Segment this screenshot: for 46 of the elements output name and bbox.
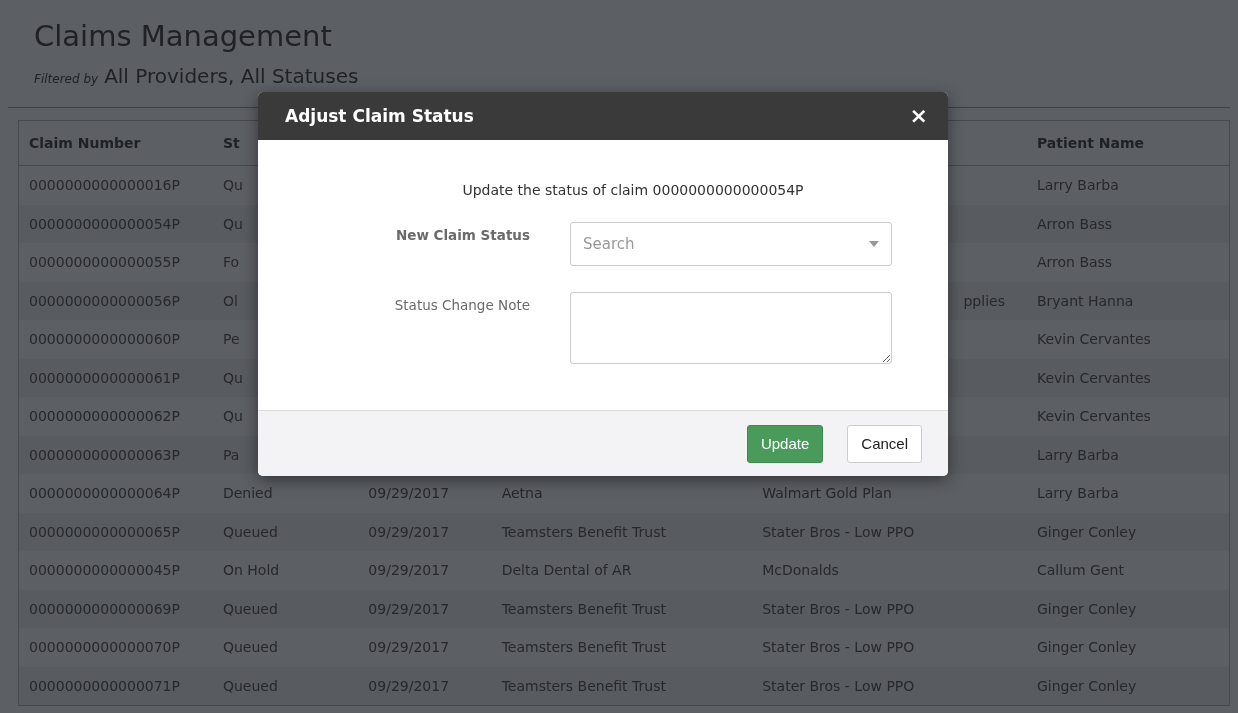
table-cell: Callum Gent bbox=[1036, 562, 1124, 579]
status-select[interactable]: Search bbox=[570, 222, 892, 266]
page-title: Claims Management bbox=[34, 18, 332, 54]
field-label: New Claim Status bbox=[395, 227, 530, 243]
table-cell: Queued bbox=[222, 639, 278, 656]
table-cell: Aetna bbox=[501, 485, 543, 502]
table-cell: 0000000000000016P bbox=[29, 177, 180, 194]
table-cell: Kevin Cervantes bbox=[1036, 408, 1151, 425]
caret-icon bbox=[869, 241, 879, 247]
table-cell: 0000000000000055P bbox=[29, 254, 180, 271]
table-cell: Arron Bass bbox=[1036, 254, 1113, 271]
table-cell: 0000000000000064P bbox=[29, 485, 180, 502]
column-header[interactable]: Claim Number bbox=[29, 135, 141, 151]
table-cell: Stater Bros - Low PPO bbox=[762, 639, 915, 656]
table-cell: 0000000000000045P bbox=[29, 562, 180, 579]
note-field[interactable] bbox=[570, 292, 892, 364]
table-cell: Larry Barba bbox=[1036, 485, 1119, 502]
column-header[interactable]: Patient Name bbox=[1036, 135, 1145, 151]
table-cell: 09/29/2017 bbox=[368, 562, 450, 579]
table-cell: Kevin Cervantes bbox=[1036, 331, 1151, 348]
table-cell: Ginger Conley bbox=[1036, 639, 1137, 656]
table-cell: 09/29/2017 bbox=[368, 485, 450, 502]
table-cell: Delta Dental of AR bbox=[501, 562, 632, 579]
dialog-title: Adjust Claim Status bbox=[285, 106, 474, 126]
filter-label: Filtered by bbox=[34, 72, 99, 86]
cancel-button[interactable]: Cancel bbox=[847, 424, 922, 463]
field-label: Status Change Note bbox=[394, 297, 530, 313]
table-cell: Qu bbox=[222, 177, 243, 194]
table-cell: 0000000000000062P bbox=[29, 408, 180, 425]
column-header[interactable]: St bbox=[222, 135, 240, 151]
table-cell: Fo bbox=[222, 254, 240, 271]
filter-value: All Providers, All Statuses bbox=[104, 64, 359, 88]
close-button[interactable]: × bbox=[905, 105, 932, 127]
table-cell: Pe bbox=[222, 331, 240, 348]
update-button[interactable]: Update bbox=[746, 424, 824, 463]
table-cell: 0000000000000060P bbox=[29, 331, 180, 348]
table-cell: Teamsters Benefit Trust bbox=[501, 639, 666, 656]
table-cell: Qu bbox=[222, 408, 243, 425]
table-cell: Denied bbox=[222, 485, 273, 502]
table-cell: 0000000000000070P bbox=[29, 639, 180, 656]
dialog-message: Update the status of claim 0000000000000054P bbox=[461, 182, 805, 198]
table-cell: On Hold bbox=[222, 562, 280, 579]
table-cell: Walmart Gold Plan bbox=[762, 485, 892, 502]
table-cell: Larry Barba bbox=[1036, 177, 1119, 194]
table-cell: McDonalds bbox=[762, 562, 839, 579]
table-cell: 09/29/2017 bbox=[368, 639, 450, 656]
